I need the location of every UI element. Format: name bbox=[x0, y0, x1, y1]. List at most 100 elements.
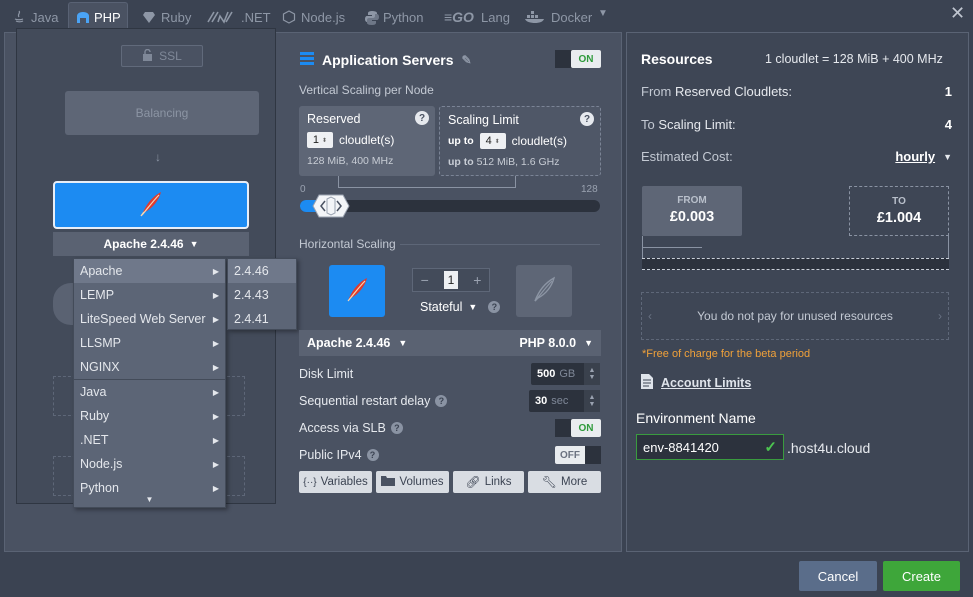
balancing-button[interactable]: Balancing bbox=[65, 91, 259, 135]
version-item[interactable]: 2.4.46 bbox=[228, 259, 296, 283]
link-icon: 🔗︎ bbox=[465, 475, 481, 489]
tab-label: Java bbox=[31, 9, 59, 25]
version-item[interactable]: 2.4.41 bbox=[228, 307, 296, 331]
feather-icon bbox=[342, 275, 372, 308]
environment-name-label: Environment Name bbox=[636, 410, 756, 426]
tab-label: PHP bbox=[94, 10, 121, 25]
divider bbox=[400, 244, 600, 245]
scaling-limit-box: Scaling Limit ? up to 4 ⬍ cloudlet(s) up … bbox=[439, 106, 601, 176]
help-icon[interactable]: ? bbox=[580, 112, 594, 126]
menu-item-llsmp[interactable]: LLSMP ▶ bbox=[74, 331, 225, 355]
limit-unit: cloudlet(s) bbox=[511, 134, 568, 148]
list-icon bbox=[300, 51, 314, 68]
lock-icon bbox=[142, 48, 153, 64]
menu-item-nodejs[interactable]: Node.js ▶ bbox=[74, 452, 225, 476]
limit-title: Scaling Limit bbox=[448, 113, 519, 127]
reserved-sub: 128 MiB, 400 MHz bbox=[307, 155, 394, 167]
stepper-icon[interactable]: ▲ ▼ bbox=[584, 390, 600, 412]
volumes-button[interactable]: Volumes bbox=[376, 471, 449, 493]
close-icon[interactable]: ✕ bbox=[950, 3, 965, 24]
app-server-node-button[interactable] bbox=[53, 181, 249, 229]
cost-to-value: £1.004 bbox=[876, 210, 922, 226]
server-node-icon[interactable] bbox=[329, 265, 385, 317]
chevron-right-icon: ▶ bbox=[212, 338, 219, 348]
help-icon[interactable]: ? bbox=[415, 111, 429, 125]
slb-toggle[interactable]: ON bbox=[555, 419, 601, 437]
reserved-cloudlets-value: 1 bbox=[944, 84, 952, 99]
limit-stepper[interactable]: 4 ⬍ bbox=[479, 133, 506, 149]
tab-ruby[interactable]: Ruby bbox=[136, 4, 197, 30]
server-select[interactable]: Apache 2.4.46 ▼ bbox=[307, 336, 407, 350]
plus-icon[interactable]: + bbox=[473, 272, 481, 288]
scaling-mode-select[interactable]: Stateful ▼ ? bbox=[420, 300, 501, 314]
balancing-label: Balancing bbox=[135, 106, 189, 120]
account-limits-link[interactable]: Account Limits bbox=[641, 374, 751, 392]
from-connector-h bbox=[642, 247, 702, 248]
help-icon[interactable]: ? bbox=[435, 395, 448, 407]
tab-label: Lang bbox=[481, 9, 510, 25]
slider-max-label: 128 bbox=[581, 184, 598, 195]
chevron-right-icon: ▶ bbox=[212, 411, 219, 421]
ipv4-label: Public IPv4 bbox=[299, 448, 362, 462]
node-count-value[interactable]: 1 bbox=[443, 271, 458, 289]
environment-name-input[interactable]: env-8841420 ✓ bbox=[636, 434, 784, 460]
tab-java[interactable]: Java bbox=[6, 4, 64, 30]
stepper-icon[interactable]: ▲ ▼ bbox=[584, 363, 600, 385]
limit-connector bbox=[338, 187, 516, 188]
ssl-button[interactable]: SSL bbox=[121, 45, 203, 67]
menu-item-lemp[interactable]: LEMP ▶ bbox=[74, 283, 225, 307]
help-icon[interactable]: ? bbox=[488, 301, 501, 313]
dotnet-icon bbox=[206, 10, 236, 24]
menu-item-dotnet[interactable]: .NET ▶ bbox=[74, 428, 225, 452]
cost-period-select[interactable]: hourly ▼ bbox=[895, 149, 952, 164]
variables-button[interactable]: {··} Variables bbox=[299, 471, 372, 493]
node-version-select[interactable]: Apache 2.4.46 ▼ bbox=[53, 232, 249, 256]
feather-icon bbox=[136, 189, 166, 222]
cost-from-value: £0.003 bbox=[669, 209, 715, 225]
tab-go[interactable]: ≡GO Lang bbox=[438, 4, 516, 30]
horizontal-scaling-label: Horizontal Scaling bbox=[299, 237, 396, 251]
help-icon[interactable]: ? bbox=[390, 422, 403, 434]
menu-item-litespeed[interactable]: LiteSpeed Web Server ▶ bbox=[74, 307, 225, 331]
toggle-label: ON bbox=[571, 50, 601, 68]
tab-nodejs[interactable]: Node.js bbox=[276, 4, 351, 30]
help-icon[interactable]: ? bbox=[366, 449, 379, 461]
more-button[interactable]: 🔧︎ More bbox=[528, 471, 601, 493]
app-servers-toggle[interactable]: ON bbox=[555, 50, 601, 68]
menu-item-nginx[interactable]: NGINX ▶ bbox=[74, 355, 225, 379]
links-button[interactable]: 🔗︎ Links bbox=[453, 471, 524, 493]
tabs-more-button[interactable]: ▼ bbox=[598, 8, 618, 26]
cancel-button[interactable]: Cancel bbox=[799, 561, 877, 591]
domain-suffix: .host4u.cloud bbox=[787, 440, 871, 456]
cloudlet-slider-thumb[interactable] bbox=[312, 193, 350, 219]
version-item[interactable]: 2.4.43 bbox=[228, 283, 296, 307]
scroll-down-icon[interactable]: ▼ bbox=[74, 495, 225, 507]
python-icon bbox=[364, 10, 379, 25]
limit-connector-end bbox=[515, 176, 516, 188]
create-button[interactable]: Create bbox=[883, 561, 960, 591]
ipv4-toggle[interactable]: OFF bbox=[555, 446, 601, 464]
edit-icon[interactable]: ✎ bbox=[462, 53, 472, 67]
chevron-right-icon: ▶ bbox=[212, 435, 219, 445]
disk-limit-input[interactable]: 500 GB ▲ ▼ bbox=[531, 363, 600, 385]
chevron-down-icon: ▼ bbox=[584, 338, 593, 348]
menu-item-apache[interactable]: Apache ▶ bbox=[74, 259, 225, 283]
node-version-label: Apache 2.4.46 bbox=[103, 237, 184, 251]
cost-range-bar bbox=[642, 258, 949, 270]
tab-docker[interactable]: Docker bbox=[518, 4, 598, 30]
disabled-node-icon bbox=[516, 265, 572, 317]
reserved-stepper[interactable]: 1 ⬍ bbox=[307, 132, 333, 148]
chevron-left-icon: ‹ bbox=[648, 309, 652, 323]
restart-delay-input[interactable]: 30 sec ▲ ▼ bbox=[529, 390, 600, 412]
php-version-select[interactable]: PHP 8.0.0 ▼ bbox=[519, 336, 593, 350]
minus-icon[interactable]: − bbox=[421, 272, 429, 288]
chevron-down-icon: ▼ bbox=[943, 151, 952, 162]
menu-item-ruby[interactable]: Ruby ▶ bbox=[74, 404, 225, 428]
limit-prefix: up to bbox=[448, 135, 474, 147]
restart-delay-label: Sequential restart delay bbox=[299, 394, 431, 408]
tab-dotnet[interactable]: .NET bbox=[200, 4, 277, 30]
menu-item-java[interactable]: Java ▶ bbox=[74, 380, 225, 404]
node-count-stepper[interactable]: − 1 + bbox=[412, 268, 490, 292]
tab-python[interactable]: Python bbox=[358, 4, 429, 30]
scaling-limit-value: 4 bbox=[944, 117, 952, 132]
